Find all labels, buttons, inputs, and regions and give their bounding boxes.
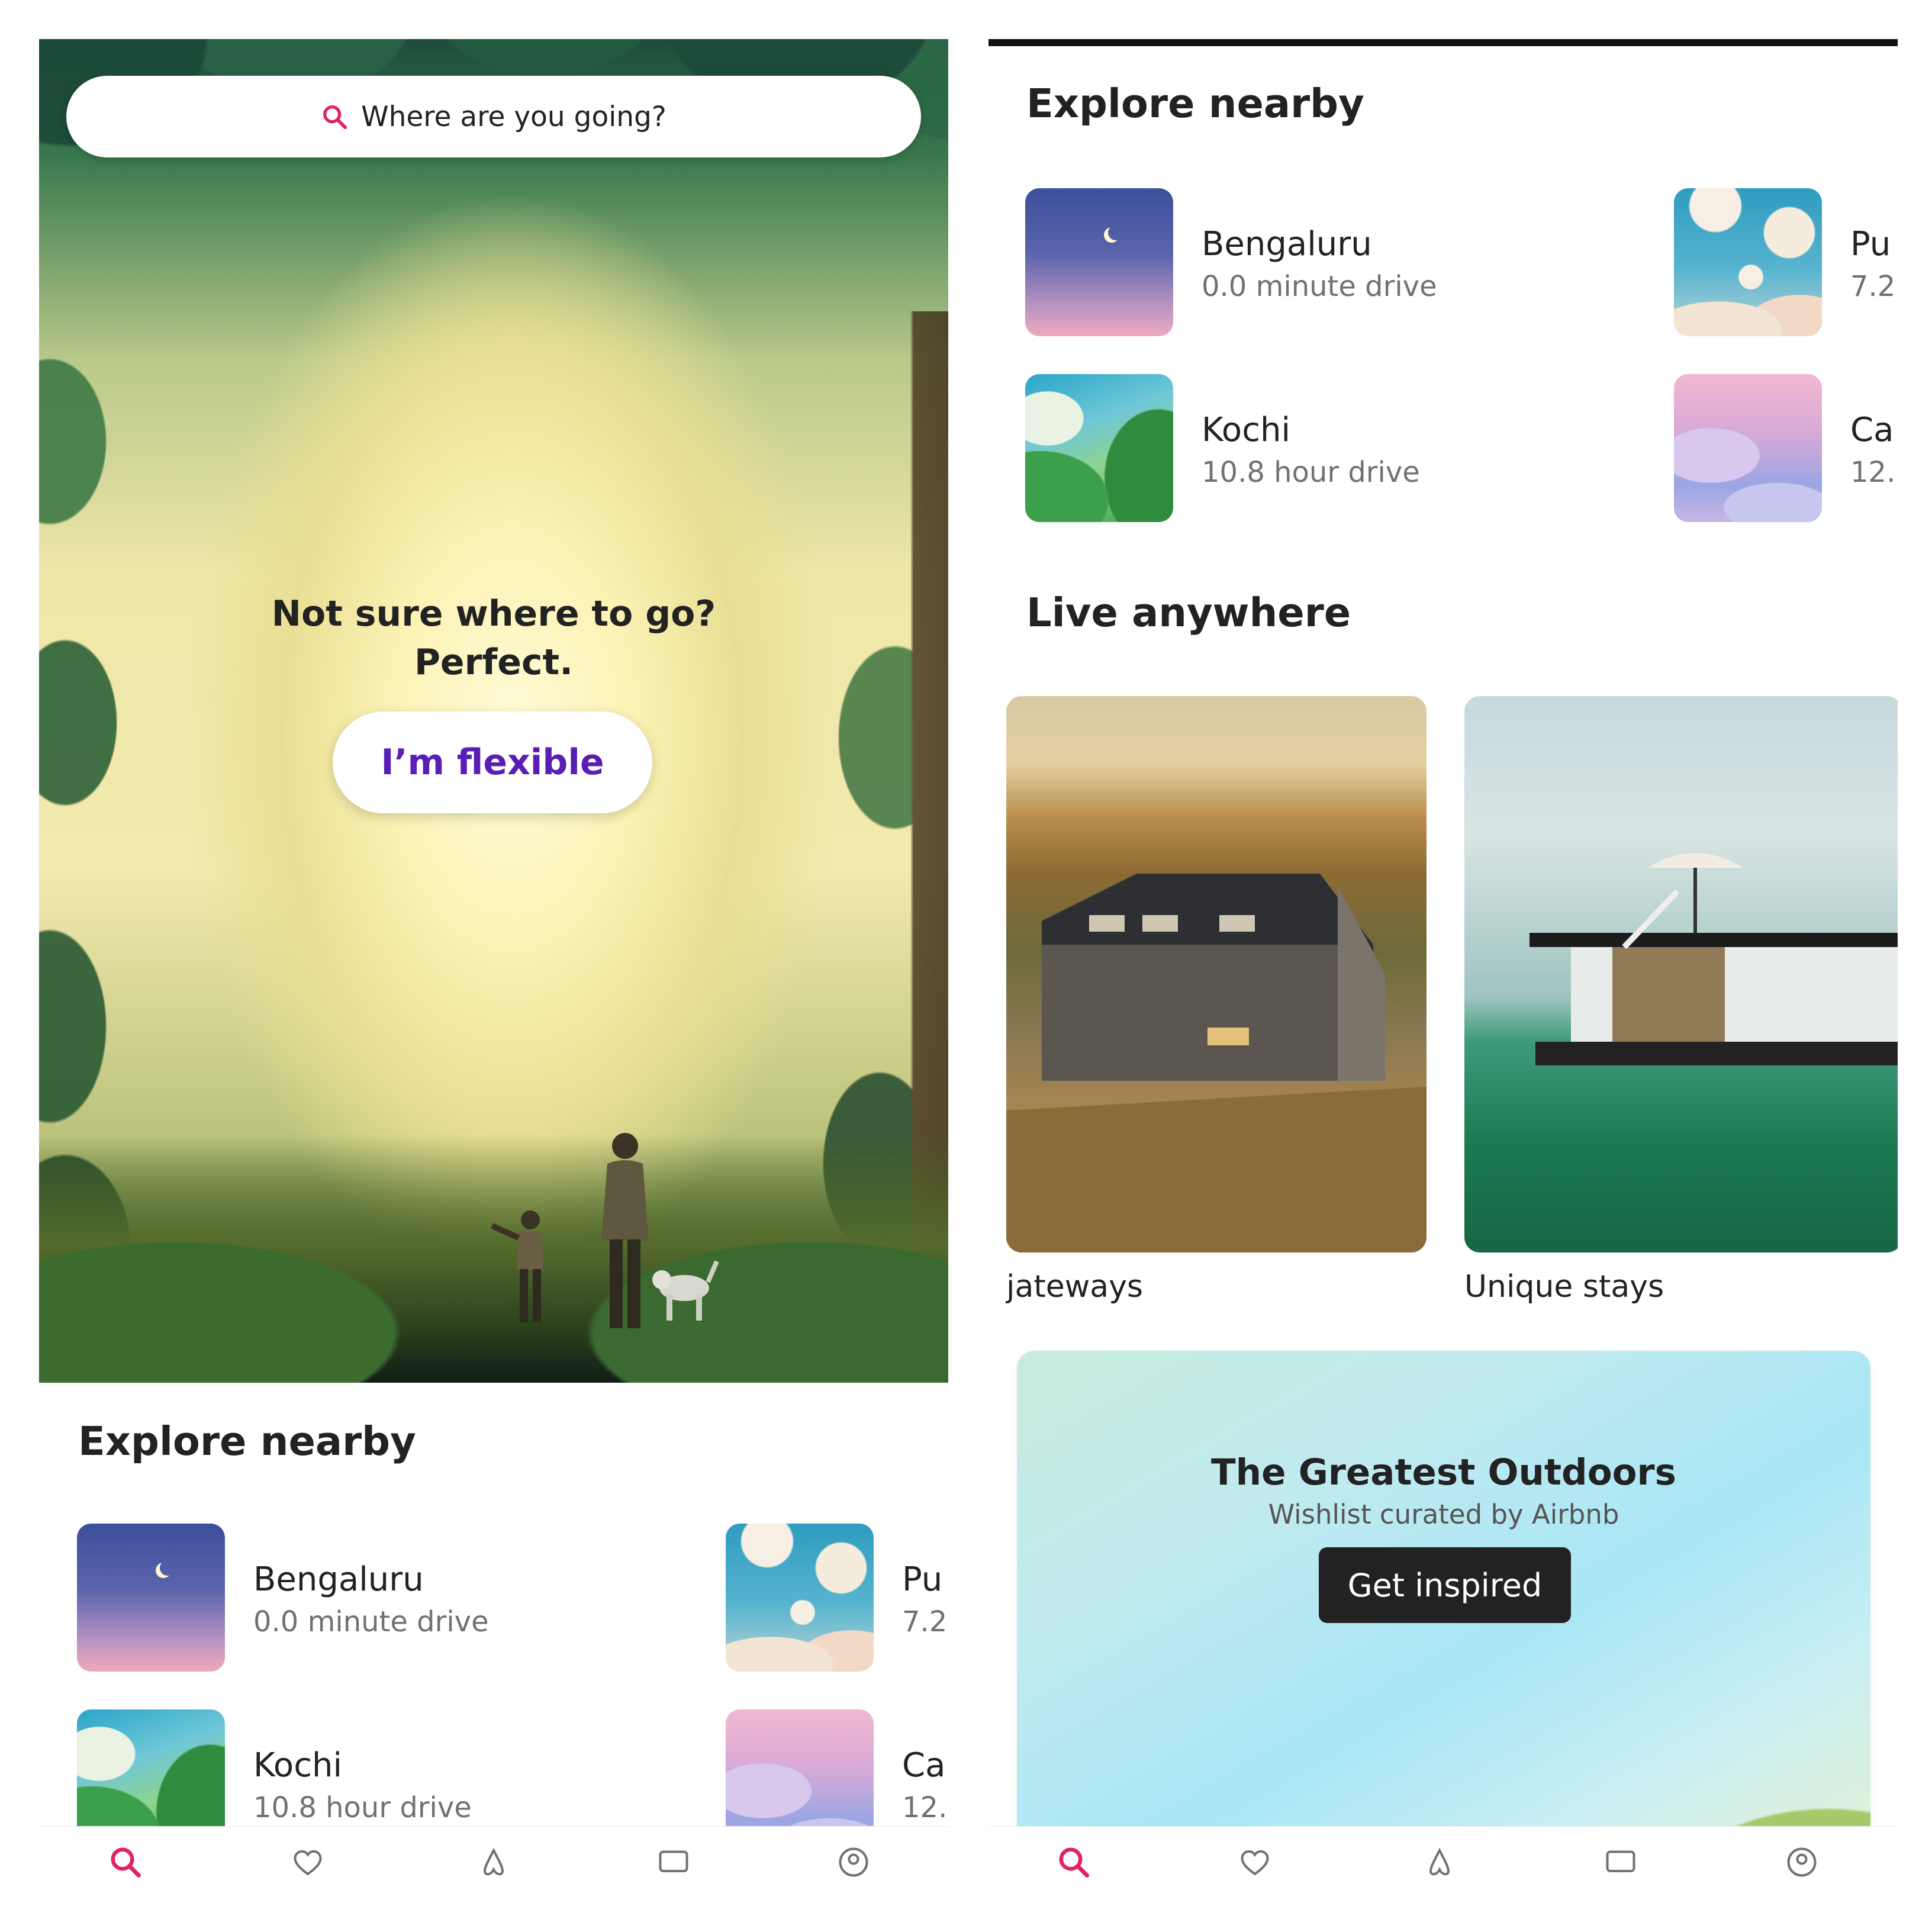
live-card-label: Unique stays (1464, 1269, 1664, 1305)
heart-icon (1241, 1850, 1269, 1876)
hero-headline-line1: Not sure where to go? (271, 593, 716, 635)
destination-ca[interactable]: Ca 12. (1674, 374, 1898, 522)
explore-nearby-title: Explore nearby (1026, 80, 1364, 127)
destination-name: Pu (1850, 225, 1891, 263)
bottom-tab-bar (988, 1826, 1898, 1898)
promo-title: The Greatest Outdoors (1211, 1451, 1676, 1493)
message-icon (1606, 1850, 1635, 1872)
houseboat-image (1464, 696, 1898, 1252)
night-sky-thumbnail (1025, 188, 1173, 336)
hero-headline: Not sure where to go? Perfect. (39, 590, 948, 687)
airbnb-logo-icon (483, 1847, 504, 1876)
destination-distance: 10.8 hour drive (253, 1791, 472, 1824)
get-inspired-button[interactable]: Get inspired (1319, 1547, 1571, 1623)
explore-nearby-title: Explore nearby (78, 1418, 416, 1464)
search-icon (1059, 1847, 1089, 1878)
destination-pu[interactable]: Pu 7.2 (726, 1524, 948, 1672)
tab-inbox[interactable] (656, 1844, 691, 1880)
bottom-tab-bar (39, 1826, 948, 1898)
tab-profile[interactable] (836, 1844, 871, 1880)
tab-explore[interactable] (108, 1844, 143, 1880)
destination-name: Kochi (253, 1746, 343, 1785)
destination-distance: 12. (1850, 456, 1896, 489)
night-sky-thumbnail (77, 1524, 225, 1672)
countryside-house-image (1006, 696, 1427, 1252)
live-anywhere-title: Live anywhere (1026, 590, 1351, 636)
promo-subtitle: Wishlist curated by Airbnb (1268, 1499, 1619, 1530)
destination-bengaluru[interactable]: Bengaluru 0.0 minute drive (77, 1524, 610, 1672)
message-icon (659, 1850, 688, 1872)
dusk-birds-thumbnail (1674, 374, 1822, 522)
green-valley-thumbnail (1025, 374, 1173, 522)
search-bar[interactable]: Where are you going? (66, 76, 921, 157)
destination-distance: 0.0 minute drive (1202, 270, 1437, 303)
tab-explore[interactable] (1056, 1844, 1091, 1880)
destination-name: Kochi (1202, 411, 1291, 449)
clouds-thumbnail (726, 1524, 874, 1672)
destination-bengaluru[interactable]: Bengaluru 0.0 minute drive (1025, 188, 1558, 336)
clouds-thumbnail (1674, 188, 1822, 336)
destination-distance: 12. (902, 1791, 948, 1824)
profile-icon (1787, 1847, 1817, 1877)
search-placeholder: Where are you going? (361, 100, 666, 133)
im-flexible-button[interactable]: I’m flexible (333, 711, 652, 813)
top-divider (988, 39, 1898, 46)
destination-pu[interactable]: Pu 7.2 (1674, 188, 1898, 336)
destination-distance: 7.2 (1850, 270, 1896, 303)
tab-profile[interactable] (1784, 1844, 1820, 1880)
tab-trips[interactable] (476, 1844, 511, 1880)
hero-headline-line2: Perfect. (414, 642, 574, 683)
child-figure (490, 1210, 543, 1322)
profile-icon (839, 1847, 868, 1877)
tab-wishlists[interactable] (1237, 1844, 1273, 1880)
tab-wishlists[interactable] (290, 1844, 326, 1880)
destination-name: Ca (1850, 411, 1894, 449)
dog-figure (652, 1260, 719, 1321)
moon-icon (160, 1560, 175, 1576)
search-icon (111, 1847, 141, 1878)
right-screen: Explore nearby Bengaluru 0.0 minute driv… (988, 39, 1898, 1898)
destination-name: Bengaluru (1202, 225, 1372, 263)
destination-name: Bengaluru (253, 1560, 424, 1599)
destination-distance: 0.0 minute drive (253, 1605, 489, 1638)
live-card-label: jateways (1006, 1269, 1143, 1305)
airbnb-logo-icon (1429, 1847, 1450, 1876)
tab-inbox[interactable] (1603, 1844, 1638, 1880)
houseboat-illustration (1530, 853, 1898, 1065)
heart-icon (294, 1850, 322, 1876)
moon-icon (1108, 225, 1123, 240)
greatest-outdoors-promo[interactable]: The Greatest Outdoors Wishlist curated b… (1017, 1351, 1870, 1898)
destination-name: Ca (902, 1746, 946, 1785)
destination-name: Pu (902, 1560, 943, 1599)
house-illustration (1006, 874, 1427, 1252)
search-icon (323, 105, 347, 130)
destination-distance: 10.8 hour drive (1202, 456, 1420, 489)
hero-forest-illustration: Where are you going? Not sure where to g… (39, 39, 948, 1383)
left-screen: Where are you going? Not sure where to g… (39, 39, 948, 1898)
destination-kochi[interactable]: Kochi 10.8 hour drive (1025, 374, 1558, 522)
destination-distance: 7.2 (902, 1605, 948, 1638)
tab-trips[interactable] (1422, 1844, 1457, 1880)
